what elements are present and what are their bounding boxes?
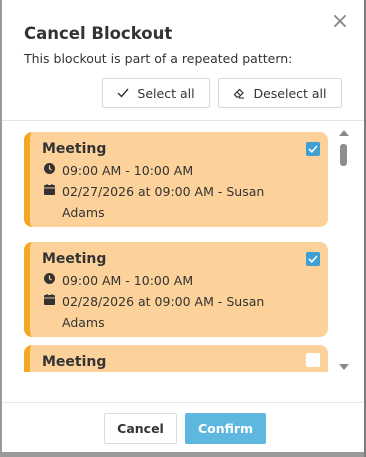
blockout-list: Meeting 09:00 AM - 10:00 AM 02/27/2026 a… xyxy=(24,132,330,372)
item-time: 09:00 AM - 10:00 AM xyxy=(62,273,194,288)
deselect-all-label: Deselect all xyxy=(253,85,327,101)
item-details: 02/27/2026 at 09:00 AM - Susan Adams xyxy=(62,184,265,220)
cancel-button[interactable]: Cancel xyxy=(104,413,177,444)
select-all-button[interactable]: Select all xyxy=(102,78,210,108)
clock-icon xyxy=(42,160,56,174)
deselect-all-button[interactable]: Deselect all xyxy=(218,78,342,108)
calendar-icon xyxy=(42,291,56,305)
blockout-item: Meeting xyxy=(24,345,328,372)
blockout-item: Meeting 09:00 AM - 10:00 AM 02/28/2026 a… xyxy=(24,242,328,337)
item-title: Meeting xyxy=(42,141,107,157)
item-checkbox[interactable] xyxy=(306,142,320,156)
scrollbar-thumb[interactable] xyxy=(340,144,347,166)
item-checkbox[interactable] xyxy=(306,353,320,367)
dialog-subtitle: This blockout is part of a repeated patt… xyxy=(24,51,293,66)
cancel-blockout-dialog: × Cancel Blockout This blockout is part … xyxy=(2,0,364,452)
eraser-icon xyxy=(233,87,245,99)
check-icon xyxy=(117,88,129,98)
close-button[interactable]: × xyxy=(330,9,350,34)
footer-divider xyxy=(2,402,364,403)
dialog-title: Cancel Blockout xyxy=(24,24,173,43)
select-all-label: Select all xyxy=(137,85,195,101)
clock-icon xyxy=(42,270,56,284)
item-details: 02/28/2026 at 09:00 AM - Susan Adams xyxy=(62,294,265,330)
close-icon: × xyxy=(330,9,350,34)
scroll-up-arrow-icon[interactable] xyxy=(339,130,349,136)
list-scrollbar[interactable] xyxy=(338,128,350,372)
item-checkbox[interactable] xyxy=(306,252,320,266)
list-divider xyxy=(2,120,364,121)
calendar-icon xyxy=(42,181,56,195)
item-time: 09:00 AM - 10:00 AM xyxy=(62,163,194,178)
scroll-down-arrow-icon[interactable] xyxy=(339,364,349,370)
confirm-button[interactable]: Confirm xyxy=(185,413,266,444)
blockout-item: Meeting 09:00 AM - 10:00 AM 02/27/2026 a… xyxy=(24,132,328,227)
item-title: Meeting xyxy=(42,354,107,370)
item-title: Meeting xyxy=(42,251,107,267)
